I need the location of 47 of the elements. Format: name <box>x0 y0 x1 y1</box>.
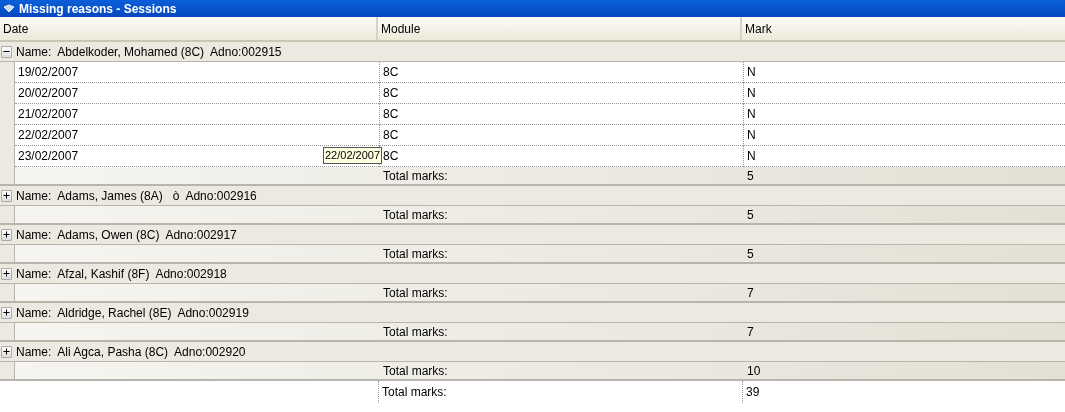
total-value: 7 <box>747 324 754 339</box>
group-name: Name: Adams, James (8A) ò Adno:002916 <box>16 188 257 203</box>
table-cell: 8C <box>379 125 743 146</box>
total-label: Total marks: <box>383 207 448 222</box>
total-label: Total marks: <box>383 285 448 300</box>
expand-toggle[interactable] <box>1 189 12 202</box>
minus-icon <box>3 48 10 55</box>
grand-total-label: Total marks: <box>382 385 447 399</box>
plus-icon <box>3 192 10 199</box>
total-value: 10 <box>747 363 761 378</box>
table-cell: N <box>743 83 1065 104</box>
total-label: Total marks: <box>383 168 448 183</box>
total-label: Total marks: <box>383 363 448 378</box>
grand-total-value: 39 <box>746 385 760 399</box>
table-cell: 8C <box>379 62 743 83</box>
table-cell: 8C <box>379 83 743 104</box>
expand-toggle[interactable] <box>1 306 12 319</box>
table-cell: N <box>743 62 1065 83</box>
plus-icon <box>3 270 10 277</box>
expand-toggle[interactable] <box>1 345 12 358</box>
total-label: Total marks: <box>383 246 448 261</box>
total-value: 7 <box>747 285 754 300</box>
column-header[interactable]: Mark <box>742 17 1065 40</box>
group-name: Name: Abdelkoder, Mohamed (8C) Adno:002915 <box>16 44 282 59</box>
total-value: 5 <box>747 246 754 261</box>
expand-toggle[interactable] <box>1 228 12 241</box>
tooltip: 22/02/2007 <box>323 147 383 164</box>
total-label: Total marks: <box>383 324 448 339</box>
group-name: Name: Afzal, Kashif (8F) Adno:002918 <box>16 266 227 281</box>
table-cell: 8C <box>379 104 743 125</box>
table-cell: N <box>743 125 1065 146</box>
table-cell: 8C <box>379 146 743 167</box>
window-title: Missing reasons - Sessions <box>19 1 177 16</box>
plus-icon <box>3 348 10 355</box>
table-cell: N <box>743 146 1065 167</box>
plus-icon <box>3 309 10 316</box>
group-name: Name: Adams, Owen (8C) Adno:002917 <box>16 227 237 242</box>
group-name: Name: Aldridge, Rachel (8E) Adno:002919 <box>16 305 249 320</box>
expand-toggle[interactable] <box>1 45 12 58</box>
column-header[interactable]: Module <box>378 17 742 40</box>
plus-icon <box>3 231 10 238</box>
column-header[interactable]: Date <box>0 17 378 40</box>
total-value: 5 <box>747 207 754 222</box>
group-name: Name: Ali Agca, Pasha (8C) Adno:002920 <box>16 344 246 359</box>
expand-toggle[interactable] <box>1 267 12 280</box>
table-cell: N <box>743 104 1065 125</box>
total-value: 5 <box>747 168 754 183</box>
